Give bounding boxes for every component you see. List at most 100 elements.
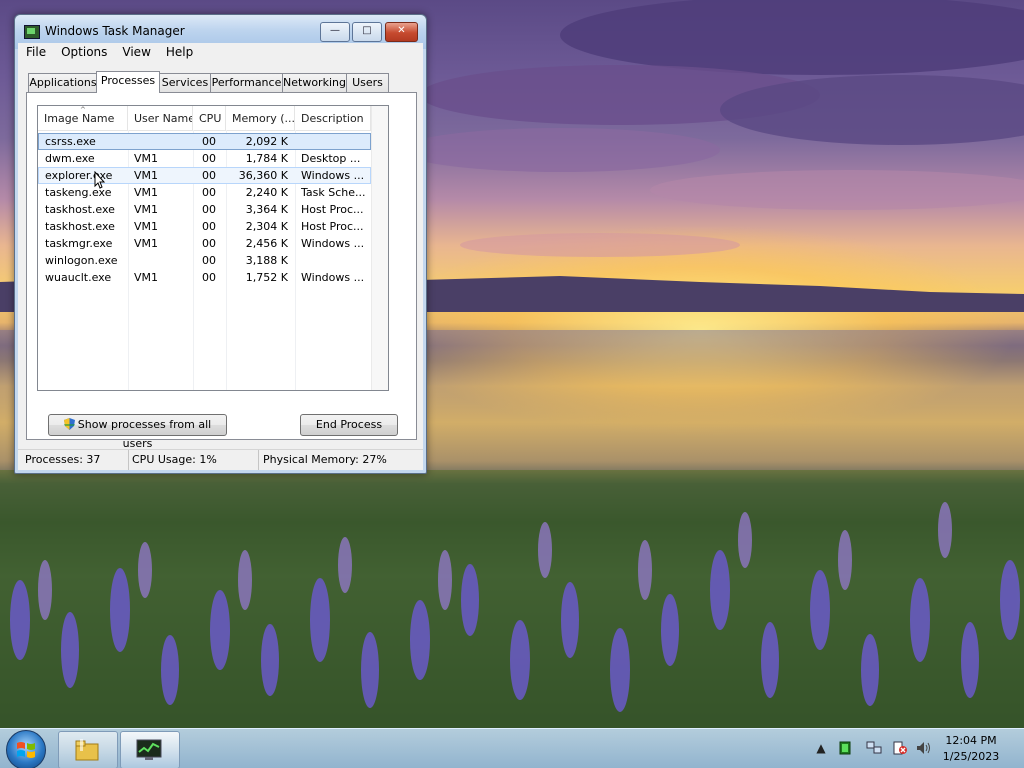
task-manager-icon: [136, 739, 162, 760]
window-client-area: Applications Processes Services Performa…: [18, 63, 423, 450]
folder-icon: [75, 739, 99, 761]
process-memory: 36,360 K: [238, 169, 288, 182]
process-rows: csrss.exe 00 2,092 K dwm.exe VM1 00 1,78…: [38, 133, 371, 286]
start-button[interactable]: [6, 730, 46, 768]
process-user-name: VM1: [134, 169, 159, 182]
menu-view[interactable]: View: [114, 43, 157, 59]
status-physical-memory: Physical Memory: 27%: [263, 453, 387, 466]
process-image-name: wuauclt.exe: [45, 271, 112, 284]
taskbar-explorer-button[interactable]: [58, 731, 118, 768]
process-cpu: 00: [202, 135, 216, 148]
maximize-button[interactable]: □: [352, 22, 382, 42]
column-header-memory[interactable]: Memory (...: [226, 106, 295, 130]
process-memory: 2,092 K: [245, 135, 288, 148]
system-clock[interactable]: 12:04 PM 1/25/2023: [935, 733, 1007, 765]
window-title: Windows Task Manager: [45, 24, 185, 38]
process-cpu: 00: [202, 186, 216, 199]
table-row[interactable]: winlogon.exe 00 3,188 K: [38, 252, 371, 269]
process-memory: 1,784 K: [245, 152, 288, 165]
process-image-name: winlogon.exe: [45, 254, 118, 267]
tab-performance[interactable]: Performance: [210, 73, 283, 92]
process-user-name: VM1: [134, 186, 159, 199]
taskbar-task-manager-button[interactable]: [120, 731, 180, 768]
clock-date: 1/25/2023: [942, 750, 1000, 763]
table-row[interactable]: taskhost.exe VM1 00 3,364 K Host Proc...: [38, 201, 371, 218]
close-button[interactable]: ✕: [385, 22, 418, 42]
minimize-button[interactable]: —: [320, 22, 350, 42]
process-cpu: 00: [202, 203, 216, 216]
process-image-name: taskhost.exe: [45, 220, 115, 233]
process-cpu: 00: [202, 169, 216, 182]
process-description: Host Proc...: [301, 220, 364, 233]
uac-shield-icon: [63, 418, 75, 430]
process-image-name: taskmgr.exe: [45, 237, 113, 250]
task-manager-window[interactable]: Windows Task Manager — □ ✕ File Options Vi…: [14, 14, 427, 474]
tab-services[interactable]: Services: [159, 73, 211, 92]
show-hidden-icons[interactable]: ▲: [814, 741, 828, 755]
tab-networking[interactable]: Networking: [282, 73, 347, 92]
process-user-name: VM1: [134, 271, 159, 284]
process-image-name: csrss.exe: [45, 135, 96, 148]
process-cpu: 00: [202, 237, 216, 250]
process-description: Windows ...: [301, 271, 365, 284]
minimize-icon: —: [330, 25, 340, 36]
column-header-user-name[interactable]: User Name: [128, 106, 193, 130]
taskbar: ▲ 12:04 PM 1/25/2023: [0, 728, 1024, 768]
process-description: Desktop ...: [301, 152, 361, 165]
wallpaper-flowers: [0, 470, 1024, 730]
status-processes: Processes: 37: [21, 450, 129, 470]
process-description: Task Sche...: [301, 186, 366, 199]
process-memory: 2,456 K: [245, 237, 288, 250]
task-manager-tray-icon[interactable]: [838, 741, 852, 755]
table-row[interactable]: dwm.exe VM1 00 1,784 K Desktop ...: [38, 150, 371, 167]
process-cpu: 00: [202, 254, 216, 267]
process-memory: 2,304 K: [245, 220, 288, 233]
show-all-processes-label: Show processes from all users: [77, 418, 212, 450]
process-user-name: VM1: [134, 152, 159, 165]
process-memory: 3,364 K: [245, 203, 288, 216]
process-list-header: ^ Image Name User Name CPU Memory (... D…: [38, 106, 388, 131]
process-description: [301, 252, 369, 269]
process-user-name: [134, 252, 189, 269]
process-memory: 2,240 K: [245, 186, 288, 199]
menu-help[interactable]: Help: [158, 43, 200, 59]
network-icon[interactable]: [866, 741, 882, 755]
sort-ascending-icon: ^: [80, 106, 86, 114]
table-row[interactable]: taskmgr.exe VM1 00 2,456 K Windows ...: [38, 235, 371, 252]
mouse-cursor-icon: [94, 171, 106, 189]
process-list[interactable]: ^ Image Name User Name CPU Memory (... D…: [37, 105, 389, 391]
process-memory: 3,188 K: [245, 254, 288, 267]
menu-options[interactable]: Options: [53, 43, 114, 59]
volume-icon[interactable]: [916, 741, 930, 755]
process-cpu: 00: [202, 152, 216, 165]
table-row[interactable]: taskeng.exe VM1 00 2,240 K Task Sche...: [38, 184, 371, 201]
column-header-description[interactable]: Description: [295, 106, 371, 130]
menu-bar: File Options View Help: [18, 43, 423, 63]
table-row[interactable]: explorer.exe VM1 00 36,360 K Windows ...: [38, 167, 371, 184]
close-icon: ✕: [397, 25, 406, 36]
table-row[interactable]: csrss.exe 00 2,092 K: [38, 133, 371, 150]
menu-file[interactable]: File: [18, 43, 53, 59]
table-row[interactable]: taskhost.exe VM1 00 2,304 K Host Proc...: [38, 218, 371, 235]
show-all-processes-button[interactable]: Show processes from all users: [48, 414, 227, 450]
status-cpu-usage: CPU Usage: 1%: [128, 450, 259, 470]
vertical-scrollbar[interactable]: [371, 106, 388, 390]
tab-applications[interactable]: Applications: [28, 73, 98, 92]
clock-time: 12:04 PM: [945, 734, 997, 747]
process-image-name: taskeng.exe: [45, 186, 112, 199]
process-description: Windows ...: [301, 169, 365, 182]
process-image-name: explorer.exe: [45, 169, 113, 182]
tab-users[interactable]: Users: [346, 73, 389, 92]
action-center-icon[interactable]: [892, 741, 907, 755]
process-description: Windows ...: [301, 237, 365, 250]
process-image-name: dwm.exe: [45, 152, 95, 165]
column-header-image-name[interactable]: ^ Image Name: [38, 106, 128, 130]
process-description: Host Proc...: [301, 203, 364, 216]
process-user-name: VM1: [134, 220, 159, 233]
tab-processes[interactable]: Processes: [96, 71, 160, 93]
table-row[interactable]: wuauclt.exe VM1 00 1,752 K Windows ...: [38, 269, 371, 286]
end-process-button[interactable]: End Process: [300, 414, 398, 436]
status-bar: Processes: 37 CPU Usage: 1% Physical Mem…: [18, 449, 423, 470]
maximize-icon: □: [362, 25, 372, 36]
column-header-cpu[interactable]: CPU: [193, 106, 226, 130]
